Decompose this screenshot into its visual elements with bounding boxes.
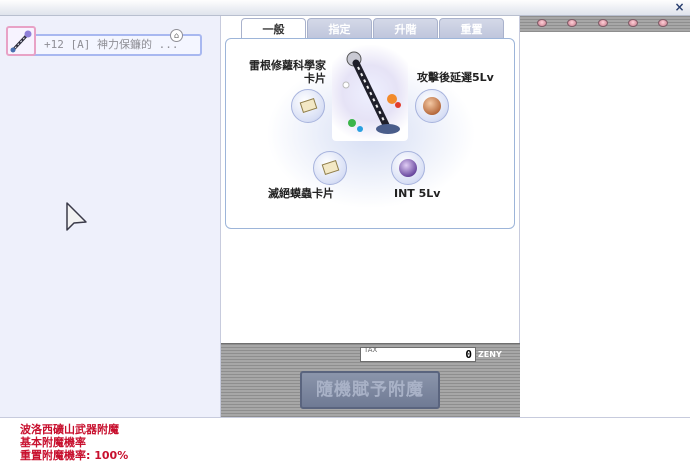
item-slot[interactable]: +12 [A] 神力保鐮的 ... ⌂ (6, 26, 202, 56)
tax-label: TAX (364, 346, 378, 354)
option-bottom-right-purple-orb-icon[interactable] (391, 151, 425, 185)
item-name: +12 [A] 神力保鐮的 ... (44, 38, 179, 51)
tab-upgrade[interactable]: 升階 (373, 18, 438, 39)
right-header-strip (520, 16, 690, 32)
zeny-label: ZENY (478, 350, 502, 359)
lock-icon: ⌂ (170, 29, 183, 42)
window-titlebar: × (0, 0, 690, 16)
slot-indicator-icon (658, 19, 668, 27)
tax-field: TAX 0 (360, 346, 476, 362)
action-bar: TAX 0 ZENY 隨機賦予附魔 (221, 343, 520, 417)
enchant-options-box: 雷根修蘿科學家 卡片 攻擊後延遲5Lv 滅絕蟆蟲卡片 INT 5Lv (225, 38, 515, 229)
option-top-left-card-icon[interactable] (291, 89, 325, 123)
option-top-right-copper-orb-icon[interactable] (415, 89, 449, 123)
close-button[interactable]: × (673, 1, 686, 14)
slot-indicator-icon (567, 19, 577, 27)
option-bottom-left-card-icon[interactable] (313, 151, 347, 185)
right-panel (520, 16, 690, 417)
slot-indicator-icon (537, 19, 547, 27)
weapon-item-icon[interactable] (6, 26, 36, 56)
option-bottom-right-label: INT 5Lv (394, 187, 441, 200)
slot-indicator-icon (628, 19, 638, 27)
slot-indicator-icon (598, 19, 608, 27)
tab-reset[interactable]: 重置 (439, 18, 504, 39)
weapon-preview-icon (332, 45, 408, 141)
info-reset-rate: 重置附魔機率: 100% (20, 449, 129, 462)
info-panel: 波洛西礦山武器附魔 基本附魔機率 重置附魔機率: 100% (0, 417, 690, 467)
option-bottom-left-label: 滅絕蟆蟲卡片 (268, 187, 334, 200)
option-top-right-label: 攻擊後延遲5Lv (417, 71, 494, 84)
tax-value: 0 (465, 348, 472, 361)
random-enchant-button[interactable]: 隨機賦予附魔 (300, 371, 440, 409)
tab-specify[interactable]: 指定 (307, 18, 372, 39)
info-title: 波洛西礦山武器附魔 (20, 423, 119, 436)
item-list-panel: +12 [A] 神力保鐮的 ... ⌂ (0, 16, 221, 417)
option-top-left-label: 雷根修蘿科學家 卡片 (249, 59, 326, 85)
mouse-cursor-icon (66, 202, 88, 237)
info-base-rate: 基本附魔機率 (20, 436, 86, 449)
